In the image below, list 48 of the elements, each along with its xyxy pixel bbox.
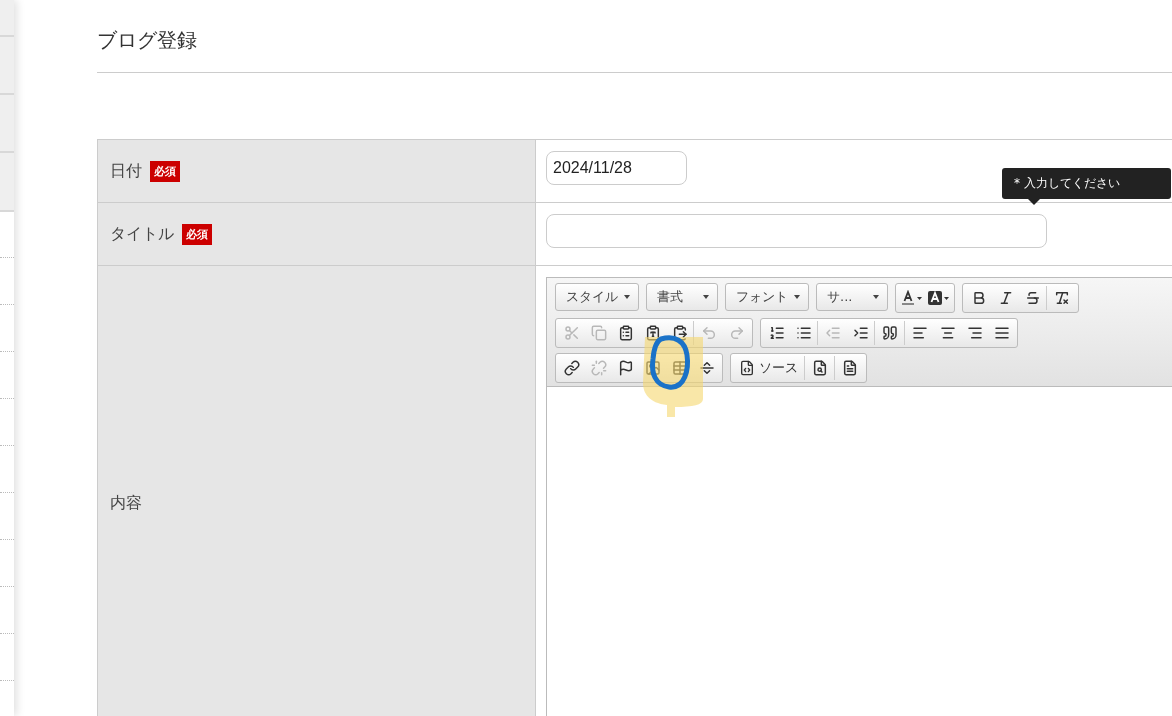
table-icon <box>671 360 688 376</box>
bullet-list-icon <box>795 325 812 341</box>
document-icon <box>841 360 858 376</box>
align-justify-icon <box>993 325 1010 341</box>
caret-icon <box>873 295 879 299</box>
caret-icon <box>794 295 800 299</box>
align-right-icon <box>966 325 983 341</box>
dropdown[interactable]: サ... <box>816 283 888 311</box>
validation-tooltip: * 入力してください <box>1002 168 1171 199</box>
align-center-icon <box>939 325 956 341</box>
flag-icon <box>617 360 634 376</box>
field-label: タイトル <box>110 223 174 245</box>
caret-icon <box>703 295 709 299</box>
clipboard-text-icon <box>644 325 661 341</box>
clear-format-icon <box>1053 290 1070 306</box>
outdent-icon <box>824 325 841 341</box>
text-color-icon <box>900 290 923 306</box>
link-icon <box>563 360 580 376</box>
source-button[interactable]: ソース <box>733 356 804 380</box>
field-label: 日付 <box>110 160 142 182</box>
numbered-list-icon <box>768 325 785 341</box>
required-badge: 必須 <box>150 160 180 182</box>
align-left-icon <box>911 325 928 341</box>
date-field[interactable]: 2024/11/28 <box>546 151 687 185</box>
unlink-icon <box>590 360 607 376</box>
background-color-icon <box>927 290 950 306</box>
scissors-icon <box>563 325 580 341</box>
caret-icon <box>624 295 630 299</box>
dropdown[interactable]: スタイル <box>555 283 639 311</box>
redo-icon <box>728 325 745 341</box>
clipboard-icon <box>617 325 634 341</box>
horizontal-line-icon <box>698 360 715 376</box>
dropdown[interactable]: 書式 <box>646 283 718 311</box>
strikethrough-icon <box>1024 290 1041 306</box>
code-file-icon <box>739 360 755 376</box>
page-title: ブログ登録 <box>97 27 197 54</box>
dropdown[interactable]: フォント <box>725 283 809 311</box>
required-badge: 必須 <box>182 223 212 245</box>
image-icon <box>644 360 661 376</box>
clipboard-paste-icon <box>671 325 688 341</box>
field-label: 内容 <box>110 492 142 514</box>
preview-icon <box>811 360 828 376</box>
quote-icon <box>881 325 898 341</box>
title-field[interactable] <box>546 214 1047 248</box>
undo-icon <box>700 325 717 341</box>
indent-icon <box>852 325 869 341</box>
tooltip-pointer <box>1028 199 1040 205</box>
copy-icon <box>590 325 607 341</box>
